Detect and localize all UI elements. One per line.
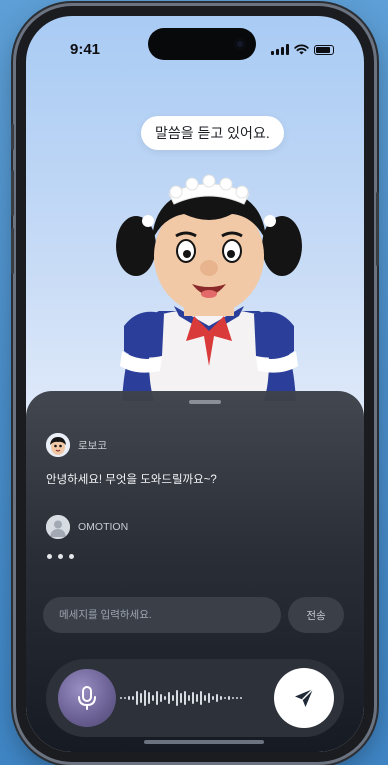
send-text-button[interactable]: 전송	[288, 597, 344, 633]
dynamic-island	[148, 28, 256, 60]
audio-waveform	[120, 690, 242, 706]
phone-frame: 9:41 말씀을 듣고 있어요. 로보코 안녕하세요! 무엇을 도와드릴까요~?…	[11, 6, 379, 762]
microphone-button[interactable]	[58, 669, 116, 727]
typing-dot	[47, 554, 52, 559]
message-input[interactable]	[43, 597, 281, 633]
power-button	[376, 192, 379, 266]
voice-control-bar	[46, 659, 344, 737]
sender-name: OMOTION	[78, 521, 129, 533]
message-header-user: OMOTION	[46, 515, 128, 539]
voice-send-button[interactable]	[274, 668, 334, 728]
typing-indicator	[47, 554, 74, 559]
speech-bubble: 말씀을 듣고 있어요.	[141, 116, 284, 150]
screen: 9:41 말씀을 듣고 있어요. 로보코 안녕하세요! 무엇을 도와드릴까요~?…	[26, 16, 364, 752]
typing-dot	[58, 554, 63, 559]
sender-name: 로보코	[78, 439, 107, 452]
battery-icon	[314, 44, 334, 55]
typing-dot	[69, 554, 74, 559]
message-header-assistant: 로보코	[46, 433, 107, 457]
assistant-character-illustration	[116, 174, 302, 401]
assistant-avatar	[46, 433, 70, 457]
home-indicator	[144, 740, 264, 744]
status-icons	[271, 44, 334, 55]
microphone-icon	[78, 686, 96, 710]
message-text: 안녕하세요! 무엇을 도와드릴까요~?	[46, 474, 217, 486]
status-time: 9:41	[70, 41, 101, 58]
paper-plane-icon	[295, 688, 314, 707]
volume-up-button	[11, 170, 14, 216]
sheet-grabber[interactable]	[189, 400, 221, 404]
chat-bottom-sheet: 로보코 안녕하세요! 무엇을 도와드릴까요~? OMOTION 메세지를 입력하…	[26, 391, 364, 752]
action-button	[11, 124, 14, 150]
user-avatar-icon	[46, 515, 70, 539]
signal-icon	[271, 44, 289, 55]
volume-down-button	[11, 228, 14, 274]
wifi-icon	[294, 44, 309, 55]
front-camera	[234, 38, 246, 50]
